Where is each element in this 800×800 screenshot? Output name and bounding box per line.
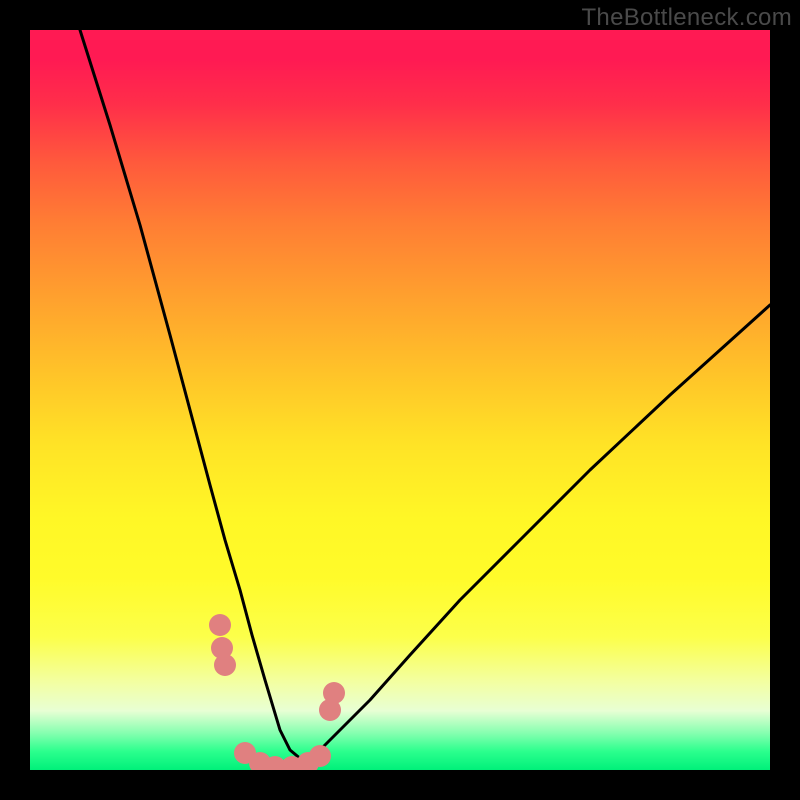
- chart-frame: TheBottleneck.com: [0, 0, 800, 800]
- markers-left: [209, 614, 236, 676]
- markers-right: [319, 682, 345, 721]
- main-curve: [80, 30, 770, 760]
- watermark-text: TheBottleneck.com: [581, 4, 792, 32]
- chart-svg: [30, 30, 770, 770]
- markers-valley: [234, 742, 331, 770]
- plot-area: [30, 30, 770, 770]
